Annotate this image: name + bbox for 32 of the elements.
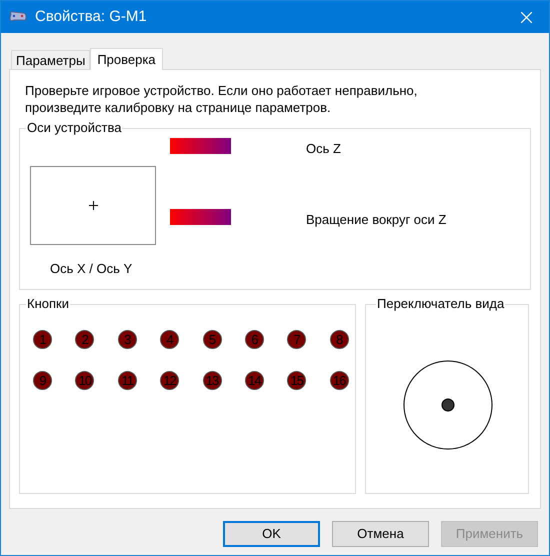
button-indicator: 9 (33, 371, 52, 390)
dialog-button[interactable]: OK (223, 521, 320, 547)
group-title: Переключатель вида (376, 296, 506, 312)
button-indicator: 3 (118, 330, 137, 349)
close-icon (520, 12, 532, 22)
axis-label: Ось X / Ось Y (50, 260, 132, 278)
button-indicator: 10 (75, 371, 94, 390)
button-indicator: 13 (202, 371, 222, 390)
button-indicator: 16 (330, 371, 349, 390)
button-indicator: 5 (202, 330, 222, 349)
button-indicator: 4 (160, 330, 180, 349)
instruction-text: Проверьте игровое устройство. Если оно работает неправильно, произведите калибровку на странице параметров. (24, 82, 418, 116)
button-indicator: 7 (287, 330, 306, 349)
tab[interactable]: Проверка (90, 48, 163, 70)
window-title: Свойства: G-M1 (35, 6, 147, 27)
axis-meter (170, 209, 231, 225)
button-indicator: 11 (118, 371, 137, 390)
axis-label: Ось Z (306, 140, 341, 158)
group-title: Оси устройства (26, 120, 122, 136)
dialog-button[interactable]: Отмена (332, 521, 429, 547)
button-indicator: 1 (33, 330, 52, 349)
button-indicator: 12 (160, 371, 180, 390)
button-indicator: 15 (287, 371, 306, 390)
button-indicator: 14 (244, 371, 264, 390)
crosshair-icon (88, 201, 98, 210)
tab[interactable]: Параметры (11, 50, 90, 69)
gamepad-icon (9, 11, 27, 23)
button-indicator: 2 (75, 330, 94, 349)
button-indicator: 8 (330, 330, 349, 349)
axis-meter (170, 138, 231, 154)
axis-label: Вращение вокруг оси Z (306, 211, 446, 229)
button-indicator: 6 (244, 330, 264, 349)
